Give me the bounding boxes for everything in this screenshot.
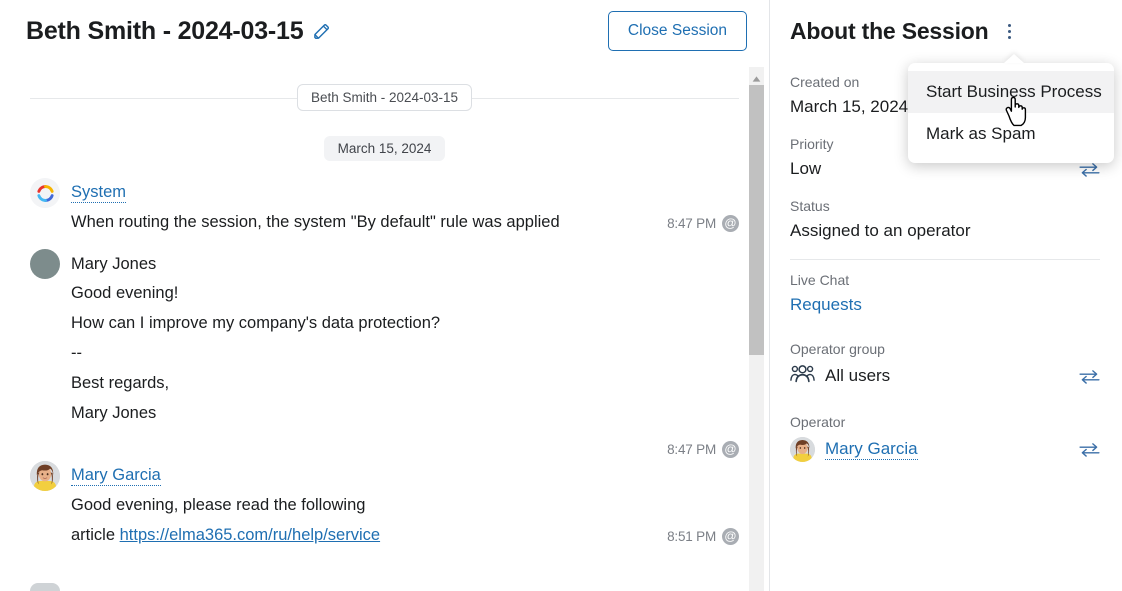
pencil-icon[interactable] bbox=[312, 22, 331, 41]
about-title: About the Session bbox=[790, 17, 989, 44]
kebab-dot bbox=[1008, 29, 1012, 33]
kebab-menu-icon[interactable] bbox=[1001, 19, 1019, 43]
message-header: Mary Jones bbox=[30, 249, 739, 279]
message-line-prefix: article bbox=[71, 526, 120, 544]
message-url-link[interactable]: https://elma365.com/ru/help/service bbox=[120, 526, 380, 544]
message-meta: 8:47 PM @ bbox=[667, 441, 739, 458]
about-header: About the Session bbox=[790, 0, 1100, 46]
session-label-chip: Beth Smith - 2024-03-15 bbox=[296, 84, 473, 111]
field-value: Low bbox=[790, 159, 822, 178]
chat-header: Beth Smith - 2024-03-15 Close Session bbox=[0, 0, 769, 62]
message-line: article https://elma365.com/ru/help/serv… bbox=[71, 520, 739, 550]
next-message-avatar-partial bbox=[30, 583, 60, 591]
kebab-dot bbox=[1008, 23, 1012, 27]
operator-group-value: All users bbox=[790, 364, 1079, 388]
field-live-chat: Live Chat Requests bbox=[790, 272, 1100, 315]
operator-value: Mary Garcia bbox=[790, 437, 1079, 462]
field-label: Status bbox=[790, 198, 830, 214]
avatar bbox=[30, 461, 60, 491]
message-line: -- bbox=[71, 344, 82, 362]
page-title: Beth Smith - 2024-03-15 bbox=[26, 16, 304, 45]
group-users-icon bbox=[790, 364, 815, 388]
mention-badge-icon: @ bbox=[722, 528, 739, 545]
field-value: Assigned to an operator bbox=[790, 221, 971, 240]
message-header: Mary Garcia bbox=[30, 461, 739, 491]
message-time: 8:47 PM bbox=[667, 216, 716, 231]
message-body: Good evening, please read the following … bbox=[71, 490, 739, 550]
field-label: Live Chat bbox=[790, 272, 850, 288]
swap-icon[interactable] bbox=[1079, 442, 1100, 457]
mention-badge-icon: @ bbox=[722, 215, 739, 232]
chat-message-list: Beth Smith - 2024-03-15 March 15, 2024 S… bbox=[0, 62, 769, 591]
session-divider: Beth Smith - 2024-03-15 bbox=[30, 84, 739, 111]
field-label: Operator bbox=[790, 414, 846, 430]
message-item: System When routing the session, the sys… bbox=[0, 178, 769, 237]
field-value-link[interactable]: Requests bbox=[790, 295, 1100, 315]
swap-icon[interactable] bbox=[1079, 369, 1100, 384]
field-operator-group: Operator group All users bbox=[790, 341, 1100, 388]
message-line: How can I improve my company's data prot… bbox=[71, 314, 441, 332]
about-session-panel: About the Session Created on March 15, 2… bbox=[770, 0, 1122, 591]
field-status: Status Assigned to an operator bbox=[790, 198, 1100, 241]
message-time: 8:51 PM bbox=[667, 529, 716, 544]
field-operator: Operator Mary Garcia bbox=[790, 414, 1100, 462]
message-item: Mary Jones Good evening! How can I impro… bbox=[0, 249, 769, 458]
message-author[interactable]: System bbox=[71, 183, 127, 203]
field-value-row: All users bbox=[790, 364, 1100, 388]
swap-icon[interactable] bbox=[1079, 162, 1100, 177]
avatar bbox=[790, 437, 815, 462]
kebab-dot bbox=[1008, 35, 1012, 39]
chat-scrollbar[interactable] bbox=[749, 67, 764, 591]
operator-link[interactable]: Mary Garcia bbox=[825, 439, 918, 460]
message-item: Mary Garcia Good evening, please read th… bbox=[0, 461, 769, 550]
message-body: Good evening! How can I improve my compa… bbox=[71, 278, 739, 428]
menu-item-mark-as-spam[interactable]: Mark as Spam bbox=[908, 113, 1114, 155]
date-chip: March 15, 2024 bbox=[323, 136, 446, 161]
system-logo-icon bbox=[30, 178, 60, 208]
message-line: Best regards, bbox=[71, 374, 170, 392]
field-label: Operator group bbox=[790, 341, 885, 357]
scrollbar-thumb[interactable] bbox=[749, 85, 764, 355]
scroll-up-arrow-icon[interactable] bbox=[749, 72, 764, 85]
field-value: All users bbox=[825, 366, 891, 385]
live-chat-session-page: Beth Smith - 2024-03-15 Close Session Be… bbox=[0, 0, 1122, 591]
message-line: Mary Jones bbox=[71, 404, 157, 422]
close-session-button[interactable]: Close Session bbox=[607, 11, 747, 51]
mention-badge-icon: @ bbox=[722, 441, 739, 458]
message-line: When routing the session, the system "By… bbox=[71, 213, 560, 231]
message-meta: 8:47 PM @ bbox=[667, 215, 739, 232]
message-meta: 8:51 PM @ bbox=[667, 528, 739, 545]
date-separator: March 15, 2024 bbox=[0, 136, 769, 161]
message-header: System bbox=[30, 178, 739, 208]
menu-item-start-business-process[interactable]: Start Business Process bbox=[908, 71, 1114, 113]
message-body: When routing the session, the system "By… bbox=[71, 207, 739, 237]
field-value-row: Mary Garcia bbox=[790, 437, 1100, 462]
divider bbox=[790, 259, 1100, 260]
message-author: Mary Jones bbox=[71, 254, 157, 273]
session-actions-dropdown: Start Business Process Mark as Spam bbox=[908, 63, 1114, 163]
message-author[interactable]: Mary Garcia bbox=[71, 466, 161, 486]
avatar bbox=[30, 249, 60, 279]
message-line: Good evening! bbox=[71, 284, 179, 302]
message-time: 8:47 PM bbox=[667, 442, 716, 457]
message-line: Good evening, please read the following bbox=[71, 496, 366, 514]
chat-pane: Beth Smith - 2024-03-15 Close Session Be… bbox=[0, 0, 770, 591]
